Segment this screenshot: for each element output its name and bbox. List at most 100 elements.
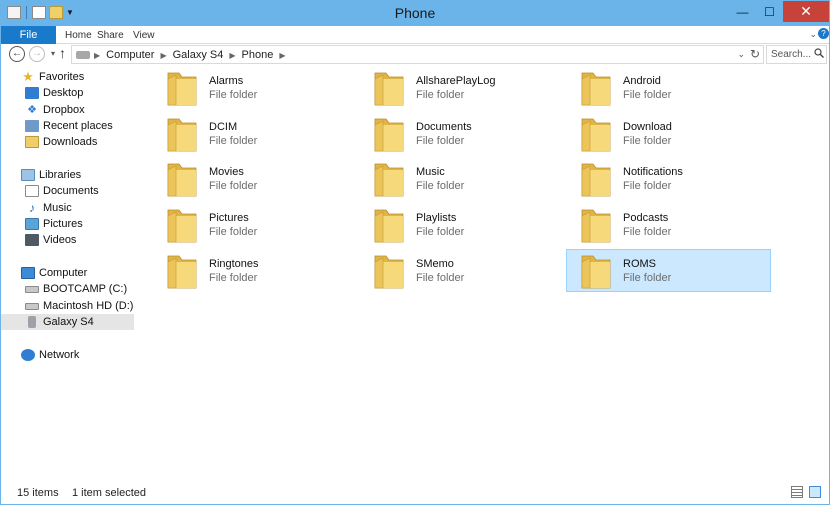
sidebar-item-videos[interactable]: Videos bbox=[1, 232, 134, 248]
help-icon[interactable]: ? bbox=[818, 28, 829, 39]
list-item[interactable]: Music File folder bbox=[359, 157, 564, 200]
list-item[interactable]: SMemo File folder bbox=[359, 249, 564, 292]
folder-icon bbox=[165, 252, 199, 290]
sidebar-item-label: Network bbox=[39, 349, 80, 361]
file-name: Ringtones bbox=[209, 258, 259, 270]
sidebar-item-downloads[interactable]: Downloads bbox=[1, 134, 134, 150]
sidebar-item-recent-places[interactable]: Recent places bbox=[1, 118, 134, 134]
details-view-icon[interactable] bbox=[791, 486, 803, 498]
folder-icon bbox=[579, 160, 613, 198]
selection-count: 1 item selected bbox=[72, 487, 146, 499]
list-item[interactable]: Pictures File folder bbox=[152, 203, 357, 246]
file-name: Music bbox=[416, 166, 445, 178]
up-button[interactable]: ↑ bbox=[59, 45, 66, 61]
hard-drive-icon bbox=[25, 302, 39, 310]
sidebar-item-bootcamp[interactable]: BOOTCAMP (C:) bbox=[1, 281, 134, 297]
file-type: File folder bbox=[623, 226, 672, 238]
sidebar-item-libraries[interactable]: Libraries bbox=[1, 167, 134, 183]
computer-icon bbox=[21, 267, 35, 279]
sidebar-item-music[interactable]: ♪ Music bbox=[1, 200, 134, 216]
folder-icon bbox=[165, 206, 199, 244]
close-button[interactable]: ✕ bbox=[783, 1, 829, 22]
sidebar-item-macintosh-hd[interactable]: Macintosh HD (D:) bbox=[1, 298, 134, 314]
item-text: Music File folder bbox=[416, 165, 464, 193]
sidebar-item-dropbox[interactable]: ❖ Dropbox bbox=[1, 102, 134, 118]
minimize-button[interactable]: — bbox=[729, 1, 756, 22]
sidebar-item-computer[interactable]: Computer bbox=[1, 265, 134, 281]
sidebar-item-network[interactable]: Network bbox=[1, 347, 134, 363]
list-item[interactable]: AllsharePlayLog File folder bbox=[359, 66, 564, 109]
status-bar: 15 items 1 item selected bbox=[1, 481, 829, 504]
tab-share[interactable]: Share bbox=[97, 26, 124, 44]
sidebar-item-pictures[interactable]: Pictures bbox=[1, 216, 134, 232]
breadcrumb-phone[interactable]: Phone bbox=[242, 49, 274, 62]
file-name: Android bbox=[623, 75, 661, 87]
search-icon[interactable] bbox=[814, 48, 824, 58]
search-placeholder: Search... bbox=[771, 49, 812, 60]
file-name: SMemo bbox=[416, 258, 454, 270]
chevron-right-icon[interactable]: ▶ bbox=[94, 49, 100, 62]
chevron-right-icon[interactable]: ▶ bbox=[229, 49, 235, 62]
file-type: File folder bbox=[623, 135, 672, 147]
folder-icon bbox=[372, 115, 406, 153]
dropbox-icon: ❖ bbox=[27, 104, 37, 116]
item-text: Playlists File folder bbox=[416, 211, 464, 239]
chevron-right-icon[interactable]: ▶ bbox=[279, 49, 285, 62]
folder-icon bbox=[579, 115, 613, 153]
search-input[interactable]: Search... bbox=[766, 45, 827, 64]
address-history-chevron-icon[interactable]: ⌄ bbox=[737, 49, 745, 60]
list-item[interactable]: Alarms File folder bbox=[152, 66, 357, 109]
phone-icon bbox=[28, 316, 36, 328]
chevron-right-icon[interactable]: ▶ bbox=[160, 49, 166, 62]
list-item[interactable]: Ringtones File folder bbox=[152, 249, 357, 292]
window-controls: — ☐ ✕ bbox=[729, 1, 829, 22]
list-item[interactable]: Movies File folder bbox=[152, 157, 357, 200]
sidebar-item-label: Pictures bbox=[43, 218, 83, 230]
list-item[interactable]: Playlists File folder bbox=[359, 203, 564, 246]
expand-ribbon-chevron-icon[interactable]: ⌄ bbox=[809, 29, 817, 40]
sidebar-item-galaxy-s4[interactable]: Galaxy S4 bbox=[1, 314, 134, 330]
address-bar[interactable]: ▶ Computer ▶ Galaxy S4 ▶ Phone ▶ ⌄ ↻ bbox=[71, 45, 764, 64]
sidebar-item-label: Recent places bbox=[43, 120, 113, 132]
breadcrumb-computer[interactable]: Computer bbox=[106, 49, 154, 62]
list-item[interactable]: Android File folder bbox=[566, 66, 771, 109]
file-type: File folder bbox=[209, 180, 258, 192]
list-item[interactable]: DCIM File folder bbox=[152, 112, 357, 155]
item-text: Podcasts File folder bbox=[623, 211, 671, 239]
file-type: File folder bbox=[623, 272, 672, 284]
sidebar-item-label: Libraries bbox=[39, 169, 82, 181]
file-name: Pictures bbox=[209, 212, 249, 224]
tab-file[interactable]: File bbox=[1, 26, 56, 44]
maximize-button[interactable]: ☐ bbox=[756, 1, 783, 22]
back-button[interactable]: ← bbox=[9, 46, 25, 62]
list-item[interactable]: Download File folder bbox=[566, 112, 771, 155]
list-item[interactable]: Notifications File folder bbox=[566, 157, 771, 200]
folder-icon bbox=[579, 69, 613, 107]
list-item[interactable]: Podcasts File folder bbox=[566, 203, 771, 246]
folder-icon bbox=[372, 252, 406, 290]
tiles-view-icon[interactable] bbox=[809, 486, 821, 498]
tab-home[interactable]: Home bbox=[65, 26, 92, 44]
explorer-window: ▼ Phone — ☐ ✕ File Home Share View ⌄ ? ←… bbox=[0, 0, 830, 505]
libraries-icon bbox=[21, 169, 35, 181]
breadcrumb-galaxy-s4[interactable]: Galaxy S4 bbox=[173, 49, 224, 62]
recent-locations-chevron-icon[interactable]: ▾ bbox=[51, 49, 55, 58]
star-icon: ★ bbox=[22, 69, 34, 84]
sidebar-item-favorites[interactable]: ★ Favorites bbox=[21, 69, 134, 85]
sidebar-item-label: Downloads bbox=[43, 136, 98, 148]
file-type: File folder bbox=[209, 89, 258, 101]
sidebar-item-label: Music bbox=[43, 202, 72, 214]
sidebar-item-desktop[interactable]: Desktop bbox=[1, 85, 134, 101]
pictures-icon bbox=[25, 218, 39, 230]
tab-view[interactable]: View bbox=[133, 26, 155, 44]
item-count: 15 items bbox=[17, 487, 59, 499]
forward-button[interactable]: → bbox=[29, 46, 45, 62]
file-name: Download bbox=[623, 121, 672, 133]
file-type: File folder bbox=[416, 226, 465, 238]
list-item[interactable]: ROMS File folder bbox=[566, 249, 771, 292]
sidebar-item-documents[interactable]: Documents bbox=[1, 183, 134, 199]
refresh-icon[interactable]: ↻ bbox=[750, 47, 760, 61]
list-item[interactable]: Documents File folder bbox=[359, 112, 564, 155]
desktop-icon bbox=[25, 87, 39, 99]
item-text: DCIM File folder bbox=[209, 120, 257, 148]
